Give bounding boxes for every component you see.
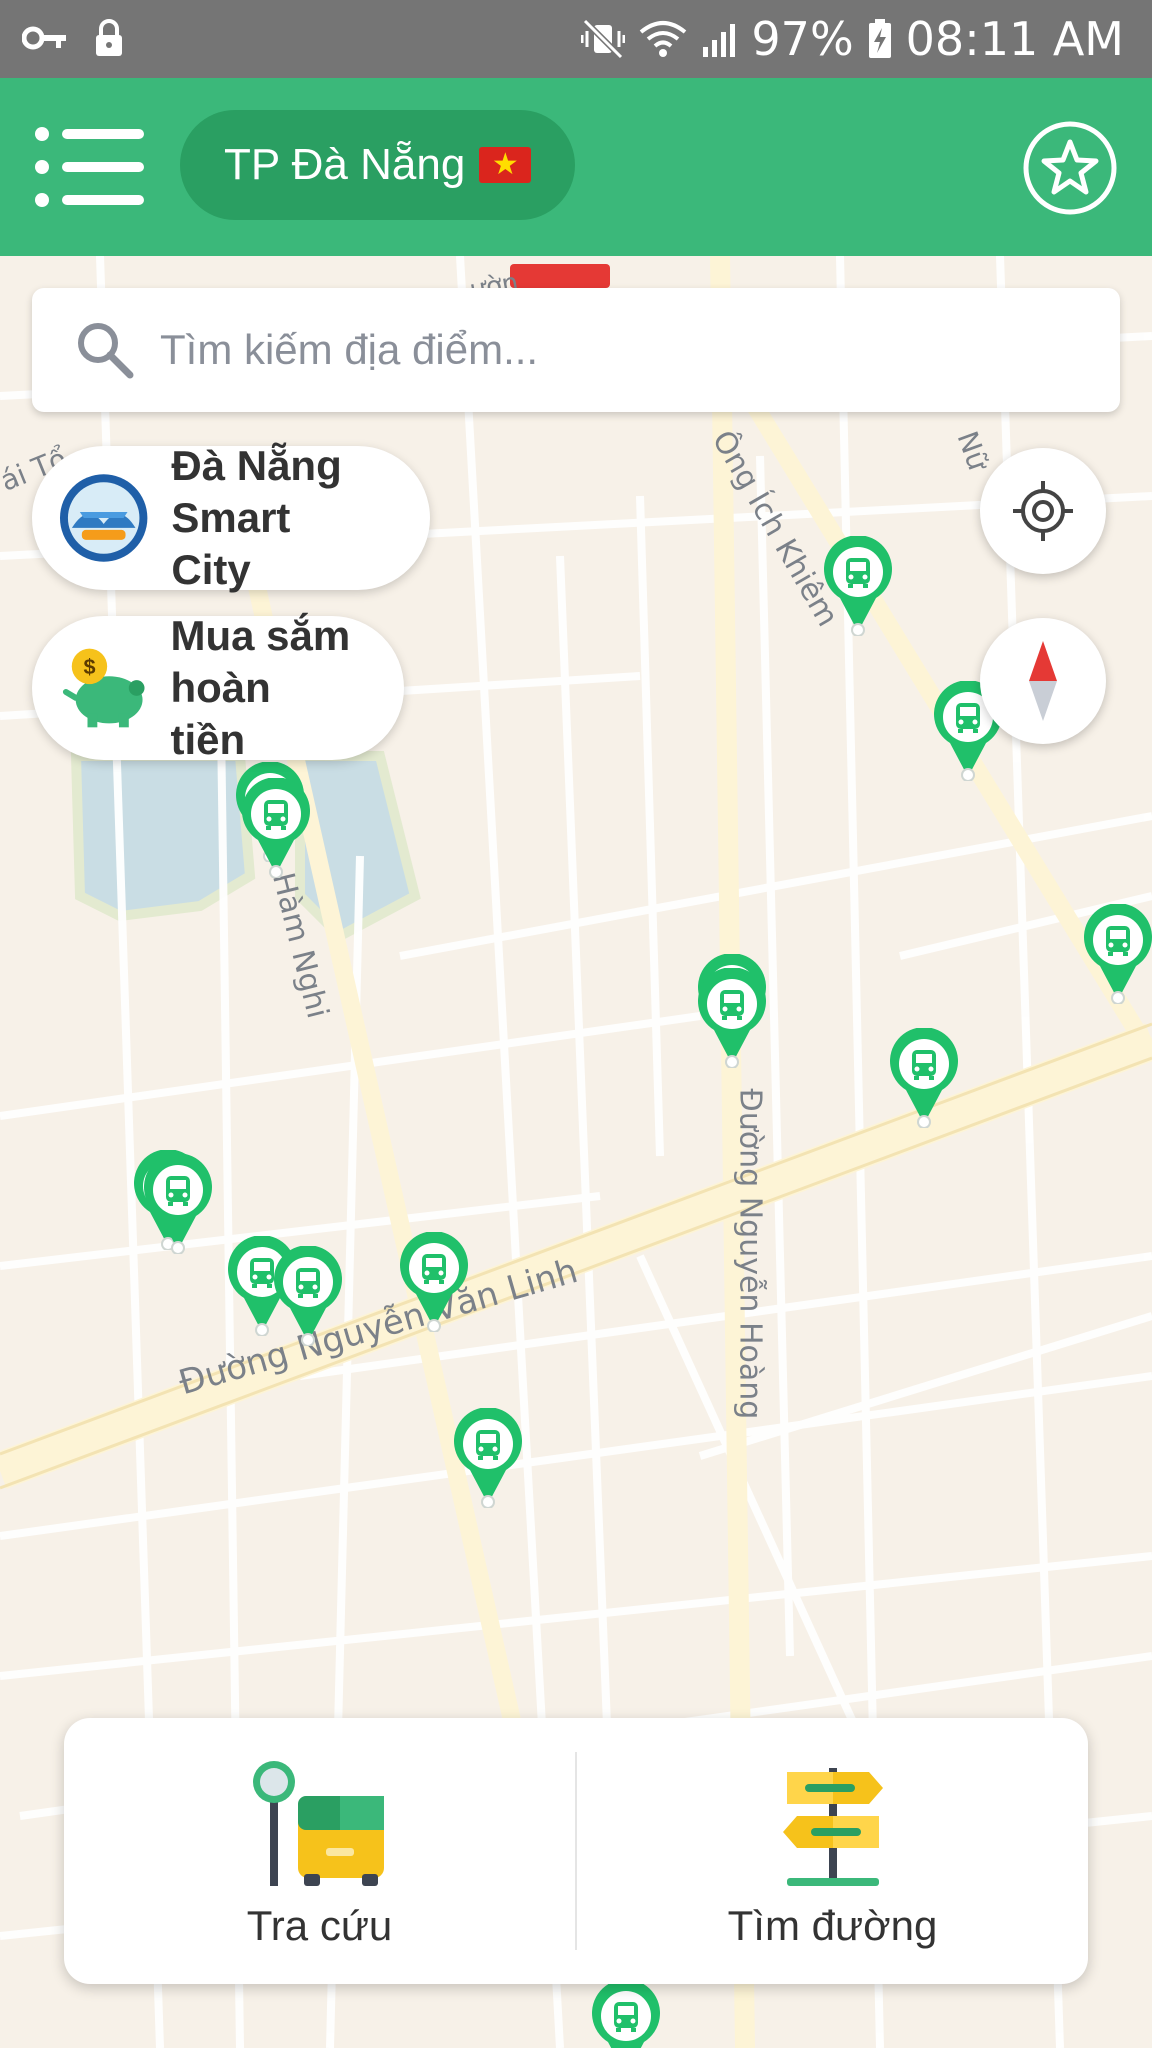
- bottom-action-panel: Tra cứu Tìm đường: [64, 1718, 1088, 1984]
- battery-percent: 97%: [751, 12, 854, 66]
- svg-text:$: $: [83, 654, 95, 679]
- battery-charging-icon: [868, 19, 892, 59]
- lookup-label: Tra cứu: [246, 1902, 393, 1949]
- cashback-label-line1: Mua sắm: [170, 612, 351, 659]
- my-location-button[interactable]: [980, 448, 1106, 574]
- danang-logo-icon: [59, 474, 148, 562]
- compass-icon: [1029, 641, 1057, 721]
- vietnam-flag-icon: [479, 145, 532, 185]
- bus-stop-marker[interactable]: [1080, 903, 1152, 1005]
- street-label-nguyen-hoang: Đường Nguyễn Hoàng: [732, 1088, 768, 1420]
- wifi-icon: [639, 20, 687, 58]
- search-input[interactable]: [160, 326, 1060, 374]
- bus-stop-marker[interactable]: [238, 777, 314, 879]
- bus-stop-marker[interactable]: [886, 1027, 962, 1129]
- bus-stop-marker[interactable]: [396, 1231, 472, 1333]
- smart-city-label-line2: Smart City: [171, 494, 291, 593]
- app-bar: TP Đà Nẵng: [0, 78, 1152, 256]
- bus-stop-marker[interactable]: [140, 1153, 216, 1255]
- lookup-button[interactable]: Tra cứu: [64, 1718, 575, 1984]
- vibrate-mute-icon: [581, 19, 626, 59]
- signal-icon: [701, 21, 737, 57]
- bus-stop-icon: [252, 1761, 384, 1886]
- city-selector-button[interactable]: TP Đà Nẵng: [180, 110, 576, 220]
- cashback-shopping-chip[interactable]: $ Mua sắm hoàn tiền: [32, 612, 404, 763]
- search-bar[interactable]: [32, 288, 1120, 412]
- bus-stop-marker[interactable]: [450, 1407, 526, 1509]
- search-icon: [78, 323, 134, 379]
- key-icon: [22, 23, 68, 53]
- clock: 08:11 AM: [905, 12, 1124, 66]
- bus-stop-marker[interactable]: [820, 535, 896, 637]
- status-bar: 97% 08:11 AM: [0, 0, 1152, 78]
- bus-stop-marker[interactable]: [270, 1245, 346, 1347]
- cashback-label-line2: hoàn tiền: [170, 664, 271, 763]
- city-label: TP Đà Nẵng: [224, 140, 466, 189]
- hamburger-menu-icon[interactable]: [34, 126, 146, 208]
- bus-stop-marker[interactable]: [694, 967, 770, 1069]
- smart-city-chip[interactable]: Đà Nẵng Smart City: [32, 442, 430, 593]
- lock-icon: [94, 18, 124, 58]
- piggy-bank-icon: $: [62, 648, 145, 728]
- signpost-icon: [782, 1768, 883, 1886]
- smart-city-label-line1: Đà Nẵng: [171, 442, 342, 489]
- star-icon[interactable]: [1022, 120, 1118, 216]
- compass-button[interactable]: [980, 618, 1106, 744]
- bus-stop-marker[interactable]: [588, 1979, 664, 2048]
- directions-label: Tìm đường: [727, 1902, 938, 1949]
- my-location-icon: [1013, 481, 1073, 541]
- directions-button[interactable]: Tìm đường: [577, 1718, 1088, 1984]
